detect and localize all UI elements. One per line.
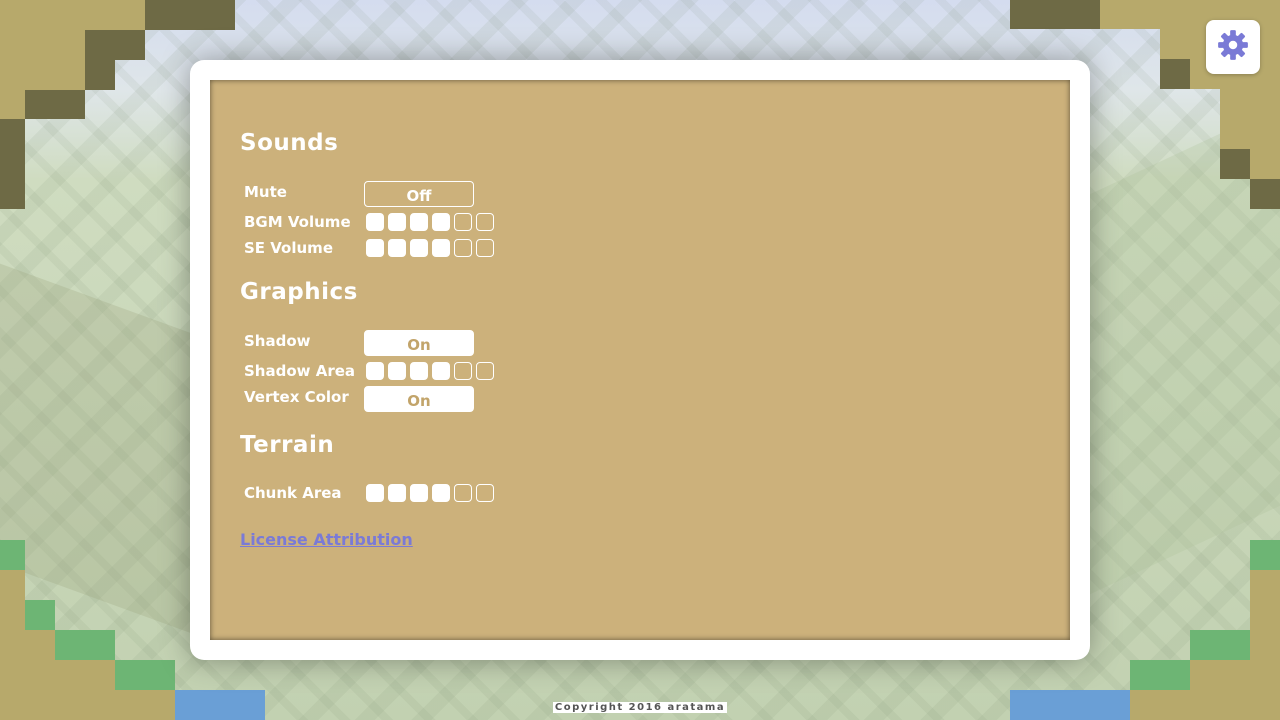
shadow-area-label: Shadow Area (244, 362, 356, 380)
level-segment[interactable] (454, 213, 472, 231)
pixel-frame (55, 630, 115, 660)
mute-label: Mute (244, 183, 287, 201)
vertex-color-label: Vertex Color (244, 388, 349, 406)
pixel-frame (85, 30, 145, 60)
level-segment[interactable] (432, 213, 450, 231)
graphics-heading: Graphics (240, 279, 358, 305)
level-segment[interactable] (388, 362, 406, 380)
copyright-footer: Copyright 2016 aratama (0, 695, 1280, 714)
pixel-frame (0, 540, 25, 570)
level-segment[interactable] (476, 213, 494, 231)
pixel-frame (1220, 149, 1250, 179)
pixel-frame (25, 90, 85, 119)
pixel-frame (145, 0, 235, 30)
se-volume-slider[interactable] (366, 239, 494, 257)
pixel-frame (1130, 660, 1190, 690)
pixel-frame (1190, 630, 1250, 660)
level-segment[interactable] (366, 484, 384, 502)
sounds-heading: Sounds (240, 130, 339, 156)
bgm-volume-slider[interactable] (366, 213, 494, 231)
pixel-frame (115, 660, 175, 690)
settings-panel-content: Sounds Mute Off BGM Volume SE Volume Gra… (210, 80, 1070, 640)
level-segment[interactable] (388, 239, 406, 257)
mute-toggle[interactable]: Off (364, 181, 474, 207)
pixel-frame (1250, 149, 1280, 179)
level-segment[interactable] (432, 484, 450, 502)
pixel-frame (0, 0, 145, 30)
pixel-frame (1250, 540, 1280, 570)
pixel-frame (1220, 89, 1280, 149)
vertex-color-toggle[interactable]: On (364, 386, 474, 412)
chunk-area-label: Chunk Area (244, 484, 342, 502)
level-segment[interactable] (410, 484, 428, 502)
pixel-frame (0, 90, 25, 119)
level-segment[interactable] (366, 213, 384, 231)
shadow-area-slider[interactable] (366, 362, 494, 380)
pixel-frame (1250, 179, 1280, 209)
level-segment[interactable] (366, 362, 384, 380)
shadow-toggle[interactable]: On (364, 330, 474, 356)
pixel-frame (0, 30, 85, 60)
pixel-frame (25, 600, 55, 630)
license-attribution-link[interactable]: License Attribution (240, 530, 413, 549)
level-segment[interactable] (388, 213, 406, 231)
shadow-label: Shadow (244, 332, 311, 350)
level-segment[interactable] (476, 239, 494, 257)
level-segment[interactable] (432, 362, 450, 380)
settings-button[interactable] (1206, 20, 1260, 74)
se-volume-label: SE Volume (244, 239, 333, 257)
settings-panel: Sounds Mute Off BGM Volume SE Volume Gra… (190, 60, 1090, 660)
level-segment[interactable] (366, 239, 384, 257)
level-segment[interactable] (410, 239, 428, 257)
bgm-volume-label: BGM Volume (244, 213, 351, 231)
pixel-frame (1010, 0, 1100, 29)
level-segment[interactable] (476, 484, 494, 502)
level-segment[interactable] (454, 362, 472, 380)
copyright-text: Copyright 2016 aratama (552, 702, 728, 713)
level-segment[interactable] (454, 239, 472, 257)
level-segment[interactable] (410, 213, 428, 231)
level-segment[interactable] (476, 362, 494, 380)
level-segment[interactable] (432, 239, 450, 257)
pixel-frame (85, 60, 115, 90)
pixel-frame (0, 60, 85, 90)
pixel-frame (1160, 59, 1190, 89)
terrain-heading: Terrain (240, 432, 335, 458)
level-segment[interactable] (454, 484, 472, 502)
level-segment[interactable] (388, 484, 406, 502)
pixel-frame (0, 119, 25, 209)
gear-icon (1216, 28, 1250, 66)
chunk-area-slider[interactable] (366, 484, 494, 502)
level-segment[interactable] (410, 362, 428, 380)
